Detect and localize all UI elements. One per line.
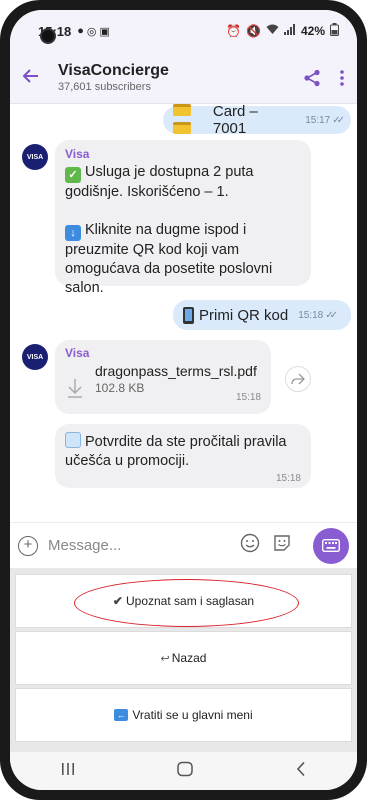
mobile-phone-icon: [183, 306, 194, 324]
mute-icon: 🔇: [246, 24, 261, 38]
main-menu-button-label: Vratiti se u glavni meni: [132, 708, 253, 722]
chat-area[interactable]: Card – 7001 15:17 ✓✓ VISA Visa ✓ Usluga j…: [10, 103, 357, 522]
message-text: Potvrdite da ste pročitali pravila učešć…: [65, 432, 287, 469]
document-emoji-icon: [65, 432, 81, 448]
status-bar: 15:18 ● ◎ ▣ ⏰ 🔇 42%: [10, 10, 357, 52]
down-arrow-emoji-icon: ↓: [65, 225, 81, 241]
back-arrow-emoji-icon: ←: [114, 709, 129, 721]
signal-icon: [283, 24, 296, 38]
smile-icon[interactable]: [240, 533, 260, 558]
credit-card-icon: [173, 102, 213, 138]
wifi-icon: [266, 24, 279, 38]
app-header: VisaConcierge 37,601 subscribers: [10, 52, 357, 104]
phone-frame: 15:18 ● ◎ ▣ ⏰ 🔇 42%: [0, 0, 367, 800]
back-button-label: Nazad: [171, 651, 207, 665]
forward-button[interactable]: [285, 366, 311, 392]
battery-icon: [330, 23, 339, 39]
sticker-icon[interactable]: [272, 533, 292, 558]
avatar[interactable]: VISA: [22, 144, 48, 170]
chat-title-block[interactable]: VisaConcierge 37,601 subscribers: [58, 62, 169, 93]
sender-name: Visa: [65, 147, 90, 161]
message-time: 15:18 ✓✓: [298, 309, 338, 321]
battery-percent: 42%: [300, 24, 325, 38]
viber-notification-icon: ◎: [86, 25, 97, 38]
message-bubble-confirm[interactable]: Potvrdite da ste pročitali pravila učešć…: [55, 424, 311, 488]
message-bubble-file[interactable]: Visa dragonpass_terms_rsl.pdf 102.8 KB 1…: [55, 340, 271, 414]
bot-keyboard: ✔ Upoznat sam i saglasan ↩ Nazad ← Vrati…: [10, 568, 357, 752]
file-info: dragonpass_terms_rsl.pdf 102.8 KB: [95, 363, 261, 395]
screen: 15:18 ● ◎ ▣ ⏰ 🔇 42%: [10, 10, 357, 790]
message-input[interactable]: [48, 537, 228, 554]
home-icon[interactable]: [176, 761, 194, 782]
message-bubble-qr[interactable]: Primi QR kod 15:18 ✓✓: [173, 300, 351, 330]
subscriber-count: 37,601 subscribers: [58, 81, 151, 93]
alarm-icon: ⏰: [226, 24, 242, 38]
status-right: ⏰ 🔇 42%: [226, 23, 339, 39]
chat-title: VisaConcierge: [58, 62, 169, 79]
return-arrow-icon: ↩: [160, 652, 170, 665]
message-line-2: ↓ Kliknite na dugme ispod i preuzmite QR …: [65, 222, 273, 296]
check-emoji-icon: ✓: [65, 167, 81, 183]
more-options-icon[interactable]: [339, 69, 345, 87]
message-text: Primi QR kod: [199, 306, 289, 324]
message-time: 15:17 ✓✓: [305, 114, 345, 126]
file-name: dragonpass_terms_rsl.pdf: [95, 363, 257, 379]
back-button[interactable]: ↩ Nazad: [15, 631, 352, 685]
back-nav-icon[interactable]: [295, 761, 307, 782]
gallery-notification-icon: ▣: [99, 25, 110, 38]
read-ticks-icon: ✓✓: [332, 114, 345, 126]
plus-icon[interactable]: +: [18, 535, 38, 556]
message-composer: +: [10, 522, 357, 568]
message-bubble-info[interactable]: Visa ✓ Usluga je dostupna 2 puta godišnje…: [55, 140, 311, 312]
agree-button[interactable]: ✔ Upoznat sam i saglasan: [15, 574, 352, 628]
header-actions: [303, 69, 345, 87]
share-icon[interactable]: [303, 69, 321, 87]
system-nav-bar: [10, 752, 357, 790]
sender-name: Visa: [65, 346, 90, 360]
message-line-1: ✓ Usluga je dostupna 2 puta godišnje. Isk…: [65, 164, 254, 200]
recent-apps-icon[interactable]: [60, 762, 76, 781]
avatar[interactable]: VISA: [22, 344, 48, 370]
keyboard-icon: [322, 539, 340, 552]
notification-icons: ● ◎ ▣: [77, 25, 110, 38]
bot-keyboard-button[interactable]: [313, 527, 349, 564]
chat-notification-icon: ●: [77, 24, 84, 37]
read-ticks-icon: ✓✓: [325, 309, 338, 321]
message-bubble-card[interactable]: Card – 7001 15:17 ✓✓: [163, 103, 351, 137]
message-text: Card – 7001: [212, 103, 258, 137]
camera-cutout: [40, 28, 56, 44]
download-icon[interactable]: [67, 378, 83, 403]
back-arrow-icon[interactable]: [22, 65, 50, 91]
main-menu-button[interactable]: ← Vratiti se u glavni meni: [15, 688, 352, 742]
message-time: 15:18: [275, 473, 301, 484]
highlight-ellipse: [74, 579, 299, 627]
